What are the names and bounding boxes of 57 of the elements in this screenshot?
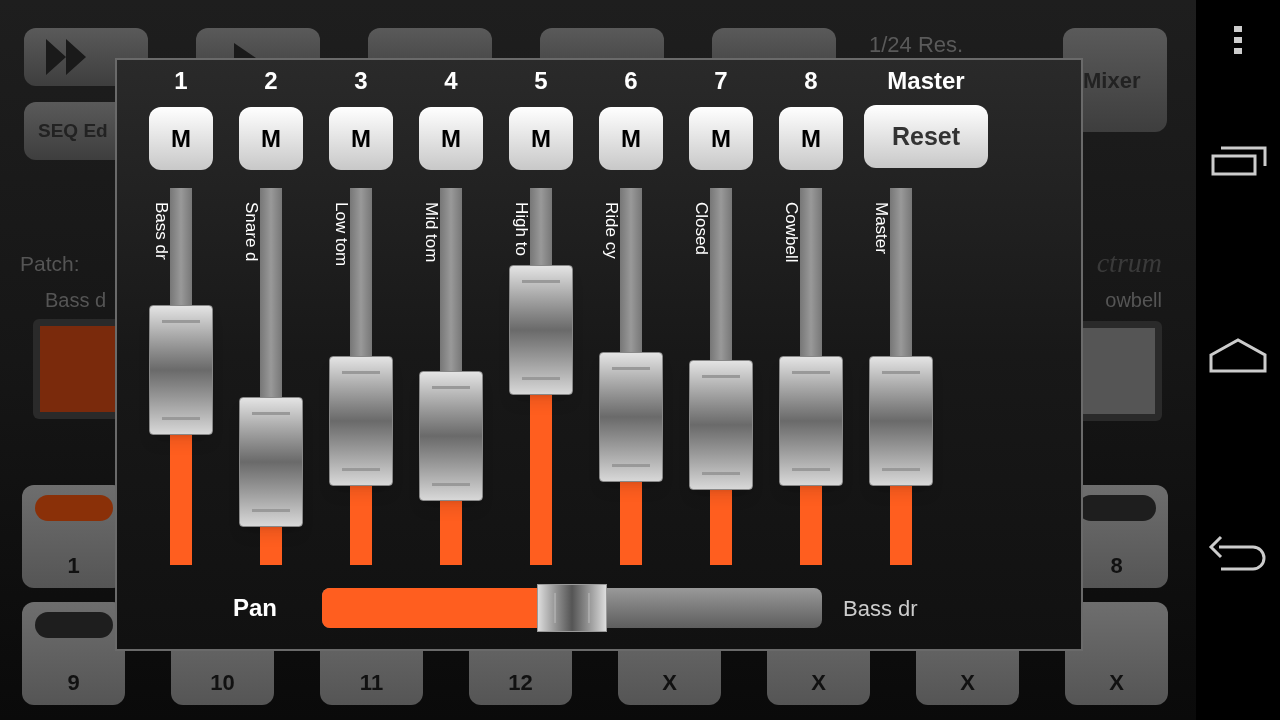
sound-name: Bass d: [44, 288, 108, 311]
mute-button[interactable]: M: [779, 107, 843, 170]
channel-name: Bass dr: [151, 202, 171, 260]
channel-name: Mid tom: [421, 202, 441, 263]
fader-thumb[interactable]: [419, 370, 483, 501]
channel-number: 4: [444, 66, 458, 96]
pad-number: 10: [210, 669, 235, 697]
pad-number: 8: [1110, 552, 1123, 580]
mute-button[interactable]: M: [689, 107, 753, 170]
channel-number: 8: [804, 66, 818, 96]
pad-number: X: [960, 669, 975, 697]
master-title: Master: [887, 66, 965, 96]
channel-name: Snare d: [241, 202, 261, 262]
mute-button[interactable]: M: [149, 107, 213, 170]
fader-thumb[interactable]: [149, 304, 213, 435]
pad-number: 11: [359, 669, 384, 697]
pan-thumb[interactable]: [537, 584, 607, 632]
recent-apps-icon[interactable]: [1209, 144, 1267, 176]
fader-thumb[interactable]: [869, 355, 933, 486]
channel-number: 5: [534, 66, 548, 96]
step-pad[interactable]: X: [1065, 602, 1168, 705]
mute-button[interactable]: M: [329, 107, 393, 170]
overflow-menu-icon[interactable]: [1233, 26, 1243, 54]
channel-number: 6: [624, 66, 638, 96]
patch-label: Patch:: [19, 251, 81, 274]
pad-number: X: [811, 669, 826, 697]
channel-number: 1: [174, 66, 188, 96]
channel-name: Ride cy: [601, 202, 621, 259]
sound-name: owbell: [1105, 288, 1162, 311]
channel-number: 2: [264, 66, 278, 96]
mute-button[interactable]: M: [419, 107, 483, 170]
fader-thumb[interactable]: [599, 352, 663, 483]
fast-forward-icon: [44, 37, 88, 77]
channel-name: High to: [511, 202, 531, 256]
pad-number: 9: [67, 669, 80, 697]
mute-button[interactable]: M: [509, 107, 573, 170]
resolution-label: 1/24 Res.: [869, 32, 964, 58]
pad-number: X: [1109, 669, 1124, 697]
fader-thumb[interactable]: [509, 265, 573, 396]
step-pad[interactable]: 9: [22, 602, 125, 705]
channel-name: Cowbell: [781, 202, 801, 263]
pad-number: 1: [67, 552, 80, 580]
pad-number: X: [662, 669, 677, 697]
fader-thumb[interactable]: [239, 397, 303, 528]
channel-name: Closed: [691, 202, 711, 255]
channel-name: Low tom: [331, 202, 351, 267]
channel-number: 7: [714, 66, 728, 96]
channel-number: 3: [354, 66, 368, 96]
home-icon[interactable]: [1209, 337, 1267, 373]
fader-thumb[interactable]: [689, 359, 753, 490]
fader-thumb[interactable]: [779, 355, 843, 486]
pad-number: 12: [508, 669, 533, 697]
mute-button[interactable]: M: [239, 107, 303, 170]
mute-button[interactable]: M: [599, 107, 663, 170]
fader-thumb[interactable]: [329, 355, 393, 486]
channel-name: Master: [871, 202, 891, 254]
reset-button[interactable]: Reset: [864, 105, 988, 168]
